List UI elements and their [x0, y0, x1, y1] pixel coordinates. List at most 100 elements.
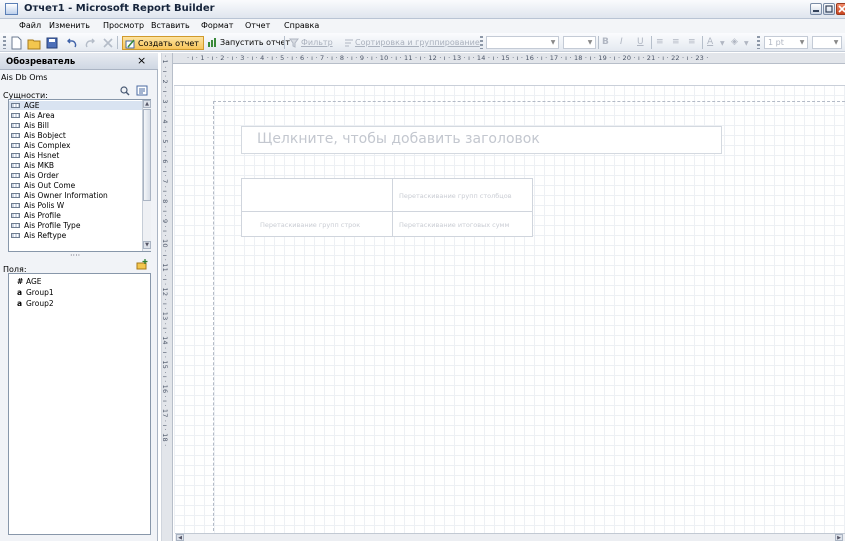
list-item[interactable]: Ais MKB [9, 161, 142, 170]
list-item[interactable]: Ais Complex [9, 141, 142, 150]
entities-list[interactable]: AGE Ais Area Ais Bill Ais Bobject Ais Co… [8, 99, 151, 252]
list-item[interactable]: Ais Profile [9, 211, 142, 220]
page-header-band [174, 65, 845, 86]
table-icon [11, 173, 20, 178]
align-center-icon[interactable]: ≡ [672, 37, 680, 47]
matrix-row-groups-cell[interactable]: Перетаскивание групп строк [241, 211, 393, 237]
table-icon [11, 163, 20, 168]
horizontal-scrollbar[interactable]: ◀ ▶ [175, 533, 845, 541]
design-report-button[interactable]: Создать отчет [122, 36, 204, 50]
entities-scrollbar[interactable]: ▲ ▼ [142, 100, 151, 251]
undo-icon[interactable] [65, 36, 79, 50]
run-report-button[interactable]: Запустить отчет [206, 36, 290, 50]
list-item[interactable]: AGE [9, 101, 142, 110]
list-item[interactable]: Ais Order [9, 171, 142, 180]
sort-group-label: Сортировка и группирование [355, 38, 480, 47]
list-item[interactable]: Ais Polis W [9, 201, 142, 210]
scroll-left-icon[interactable]: ◀ [176, 534, 184, 541]
entity-label: Ais Order [24, 171, 59, 180]
design-report-label: Создать отчет [138, 39, 199, 48]
list-item[interactable]: a Group2 [17, 299, 54, 308]
underline-icon[interactable]: U [637, 37, 644, 47]
add-field-icon[interactable] [136, 259, 149, 270]
close-icon[interactable]: × [137, 54, 146, 67]
new-document-icon[interactable] [9, 36, 23, 50]
menu-format[interactable]: Формат [201, 21, 233, 30]
horizontal-ruler-scale: · ı · 1 · ı · 2 · ı · 3 · ı · 4 · ı · 5 … [187, 54, 709, 62]
minimize-icon [813, 10, 819, 12]
entity-label: Ais Profile [24, 211, 61, 220]
report-body[interactable] [213, 101, 845, 541]
entity-label: Ais Hsnet [24, 151, 60, 160]
matrix-corner-cell[interactable] [241, 178, 393, 212]
explorer-header: Обозреватель × [0, 53, 158, 70]
list-item[interactable]: a Group1 [17, 288, 54, 297]
matrix-column-groups-cell[interactable]: Перетаскивание групп столбцов [392, 178, 533, 212]
font-name-combo[interactable]: ▼ [563, 36, 596, 49]
scroll-down-icon[interactable]: ▼ [143, 241, 151, 249]
toolbar-grip[interactable] [3, 36, 6, 49]
delete-icon[interactable] [101, 36, 115, 50]
menu-view[interactable]: Просмотр [103, 21, 144, 30]
list-item[interactable]: Ais Out Come [9, 181, 142, 190]
menu-help[interactable]: Справка [284, 21, 319, 30]
list-item[interactable]: Ais Profile Type [9, 221, 142, 230]
list-item[interactable]: Ais Hsnet [9, 151, 142, 160]
fill-color-icon[interactable]: ◈ [731, 37, 738, 47]
app-icon[interactable] [5, 3, 18, 15]
close-window-button[interactable] [836, 3, 845, 15]
splitter[interactable]: ···· [70, 251, 80, 260]
list-item[interactable]: Ais Bill [9, 121, 142, 130]
list-item[interactable]: Ais Area [9, 111, 142, 120]
redo-icon[interactable] [83, 36, 97, 50]
menu-edit[interactable]: Изменить [49, 21, 90, 30]
filter-button[interactable]: Фильтр [288, 36, 334, 50]
font-family-combo[interactable]: ▼ [486, 36, 559, 49]
table-icon [11, 133, 20, 138]
row-groups-placeholder: Перетаскивание групп строк [260, 221, 361, 229]
text-field-icon: a [17, 299, 23, 308]
entity-label: Ais MKB [24, 161, 55, 170]
scroll-right-icon[interactable]: ▶ [835, 534, 843, 541]
bold-icon[interactable]: B [602, 37, 609, 47]
open-folder-icon[interactable] [27, 36, 41, 50]
table-icon [11, 103, 20, 108]
toolbar-grip-3[interactable] [757, 36, 760, 49]
menu-report[interactable]: Отчет [245, 21, 270, 30]
matrix-totals-cell[interactable]: Перетаскивание итоговых сумм [392, 211, 533, 237]
menu-insert[interactable]: Вставить [151, 21, 190, 30]
align-left-icon[interactable]: ≡ [656, 37, 664, 47]
text-field-icon: a [17, 288, 23, 297]
run-report-icon [208, 38, 216, 47]
toolbar-grip-2[interactable] [480, 36, 483, 49]
chevron-down-icon: ▼ [799, 39, 805, 46]
numeric-field-icon: # [17, 277, 24, 286]
table-icon [11, 143, 20, 148]
list-item[interactable]: Ais Reftype [9, 231, 142, 240]
list-item[interactable]: # AGE [17, 277, 42, 286]
minimize-button[interactable] [810, 3, 822, 15]
sort-group-button[interactable]: Сортировка и группирование [343, 36, 480, 50]
save-icon[interactable] [45, 36, 59, 50]
line-style-combo[interactable]: ▼ [812, 36, 842, 49]
font-color-icon[interactable]: A [707, 37, 713, 47]
close-icon [838, 5, 845, 13]
fields-list[interactable]: # AGE a Group1 a Group2 [8, 273, 151, 535]
chevron-down-icon[interactable]: ▼ [720, 40, 725, 47]
font-size-combo[interactable]: 1 pt ▼ [764, 36, 808, 49]
list-item[interactable]: Ais Owner Information [9, 191, 142, 200]
chevron-down-icon[interactable]: ▼ [744, 40, 749, 47]
maximize-button[interactable] [823, 3, 835, 15]
scroll-up-icon[interactable]: ▲ [143, 100, 151, 108]
entity-label: Ais Owner Information [24, 191, 108, 200]
table-icon [11, 113, 20, 118]
menu-file[interactable]: Файл [19, 21, 41, 30]
properties-icon[interactable] [136, 85, 148, 96]
align-right-icon[interactable]: ≡ [688, 37, 696, 47]
italic-icon[interactable]: I [620, 37, 623, 47]
search-icon[interactable] [120, 86, 130, 96]
entity-label: Ais Bobject [24, 131, 66, 140]
sort-group-icon [345, 39, 353, 47]
list-item[interactable]: Ais Bobject [9, 131, 142, 140]
scroll-thumb[interactable] [143, 109, 151, 201]
